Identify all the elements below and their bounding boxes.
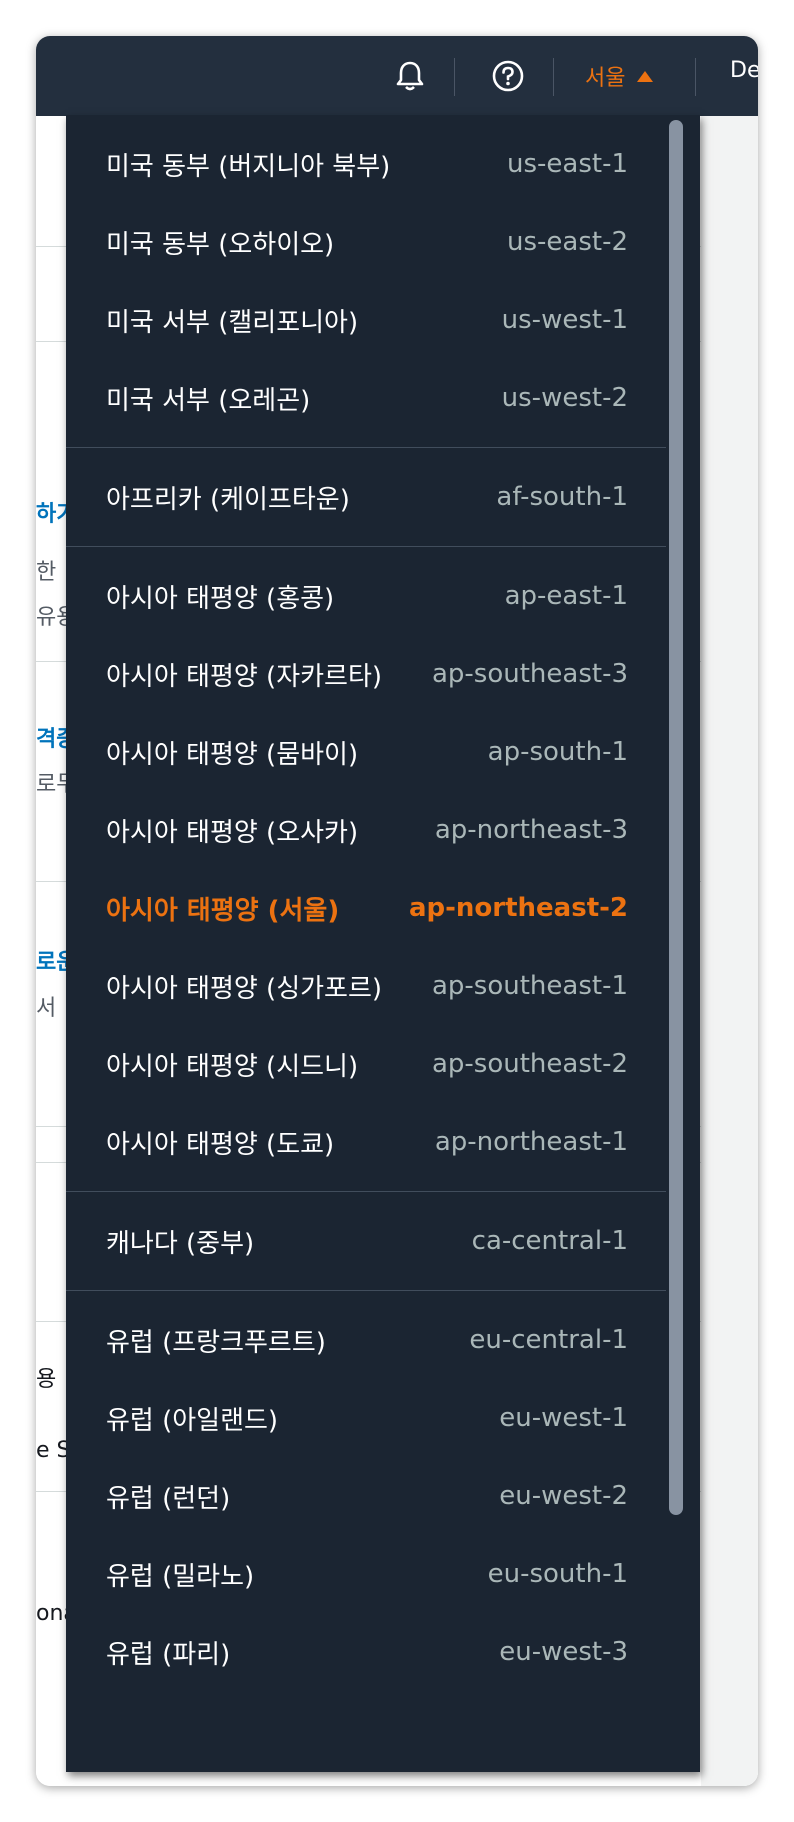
divider (553, 58, 554, 96)
divider (695, 58, 696, 96)
region-code: af-south-1 (496, 482, 628, 512)
region-name: 캐나다 (중부) (106, 1228, 255, 1259)
region-option[interactable]: 아시아 태평양 (싱가포르) ap-southeast-1 (66, 947, 666, 1025)
region-option[interactable]: 아프리카 (케이프타운) af-south-1 (66, 458, 666, 536)
region-code: ap-east-1 (504, 581, 628, 611)
region-group: 미국 동부 (버지니아 북부) us-east-1 미국 동부 (오하이오) us-e… (66, 115, 700, 448)
background-right-panel (701, 116, 758, 1786)
region-option[interactable]: 유럽 (파리) eu-west-3 (66, 1613, 666, 1691)
region-code: ap-southeast-3 (431, 659, 628, 689)
account-menu-button[interactable]: De (730, 58, 758, 83)
region-option[interactable]: 아시아 태평양 (오사카) ap-northeast-3 (66, 791, 666, 869)
region-name: 아시아 태평양 (홍콩) (106, 583, 335, 614)
region-option[interactable]: 미국 동부 (버지니아 북부) us-east-1 (66, 125, 666, 203)
divider (454, 58, 455, 96)
help-icon[interactable] (486, 54, 530, 98)
region-name: 아시아 태평양 (서울) (106, 895, 340, 926)
region-name: 아시아 태평양 (도쿄) (106, 1129, 335, 1160)
region-option[interactable]: 아시아 태평양 (뭄바이) ap-south-1 (66, 713, 666, 791)
region-name: 미국 서부 (캘리포니아) (106, 307, 359, 338)
region-code: eu-central-1 (469, 1325, 628, 1355)
region-group: 캐나다 (중부) ca-central-1 (66, 1192, 700, 1291)
region-code: eu-west-2 (499, 1481, 628, 1511)
region-option[interactable]: 유럽 (아일랜드) eu-west-1 (66, 1379, 666, 1457)
region-name: 미국 동부 (오하이오) (106, 229, 335, 260)
top-navigation-bar: 서울 De (36, 36, 758, 116)
region-code: us-east-2 (507, 227, 628, 257)
region-option[interactable]: 미국 서부 (캘리포니아) us-west-1 (66, 281, 666, 359)
background-text: 서 (36, 996, 57, 1021)
caret-up-icon (637, 70, 654, 82)
region-group: 유럽 (프랑크푸르트) eu-central-1 유럽 (아일랜드) eu-west-… (66, 1291, 700, 1701)
region-code: ap-southeast-2 (431, 1049, 628, 1079)
region-name: 미국 동부 (버지니아 북부) (106, 151, 391, 182)
region-code: ap-northeast-1 (434, 1127, 628, 1157)
region-selector-button[interactable]: 서울 (585, 56, 654, 96)
region-option[interactable]: 유럽 (프랑크푸르트) eu-central-1 (66, 1301, 666, 1379)
region-option[interactable]: 유럽 (밀라노) eu-south-1 (66, 1535, 666, 1613)
notifications-bell-icon[interactable] (388, 54, 432, 98)
region-option[interactable]: 캐나다 (중부) ca-central-1 (66, 1202, 666, 1280)
region-code: ap-southeast-1 (431, 971, 628, 1001)
region-option[interactable]: 아시아 태평양 (도쿄) ap-northeast-1 (66, 1103, 666, 1181)
region-name: 유럽 (런던) (106, 1483, 231, 1514)
scrollbar[interactable] (669, 120, 683, 1515)
region-code: us-east-1 (507, 149, 628, 179)
region-option[interactable]: 아시아 태평양 (시드니) ap-southeast-2 (66, 1025, 666, 1103)
region-code: eu-south-1 (487, 1559, 628, 1589)
region-option[interactable]: 아시아 태평양 (자카르타) ap-southeast-3 (66, 635, 666, 713)
background-text: 한 (36, 560, 57, 585)
region-option[interactable]: 아시아 태평양 (홍콩) ap-east-1 (66, 557, 666, 635)
region-code: us-west-1 (501, 305, 628, 335)
region-option[interactable]: 미국 동부 (오하이오) us-east-2 (66, 203, 666, 281)
region-code: ca-central-1 (471, 1226, 628, 1256)
region-name: 아시아 태평양 (시드니) (106, 1051, 359, 1082)
region-code: ap-south-1 (487, 737, 628, 767)
region-option[interactable]: 유럽 (런던) eu-west-2 (66, 1457, 666, 1535)
region-group: 아시아 태평양 (홍콩) ap-east-1 아시아 태평양 (자카르타) ap-so… (66, 547, 700, 1192)
background-text: 용 (36, 1367, 57, 1392)
region-code: us-west-2 (501, 383, 628, 413)
region-name: 유럽 (파리) (106, 1639, 231, 1670)
region-name: 미국 서부 (오레곤) (106, 385, 311, 416)
region-name: 유럽 (프랑크푸르트) (106, 1327, 326, 1358)
region-code: eu-west-1 (499, 1403, 628, 1433)
region-code: ap-northeast-3 (434, 815, 628, 845)
region-option[interactable]: 미국 서부 (오레곤) us-west-2 (66, 359, 666, 437)
region-name: 아시아 태평양 (싱가포르) (106, 973, 383, 1004)
region-code: ap-northeast-2 (408, 893, 628, 923)
region-code: eu-west-3 (499, 1637, 628, 1667)
region-selector-label: 서울 (585, 66, 626, 91)
region-option-selected[interactable]: 아시아 태평양 (서울) ap-northeast-2 (66, 869, 666, 947)
region-name: 유럽 (밀라노) (106, 1561, 255, 1592)
region-list: 미국 동부 (버지니아 북부) us-east-1 미국 동부 (오하이오) us-e… (66, 115, 700, 1701)
region-name: 아시아 태평양 (오사카) (106, 817, 359, 848)
region-name: 아프리카 (케이프타운) (106, 484, 350, 515)
region-name: 유럽 (아일랜드) (106, 1405, 279, 1436)
region-name: 아시아 태평양 (뭄바이) (106, 739, 359, 770)
region-group: 아프리카 (케이프타운) af-south-1 (66, 448, 700, 547)
region-name: 아시아 태평양 (자카르타) (106, 661, 383, 692)
region-dropdown-menu: 미국 동부 (버지니아 북부) us-east-1 미국 동부 (오하이오) us-e… (66, 115, 700, 1772)
console-window: 서울 De 하기 한 유용 격증 로두 로운 서 용 e S ona 미국 동부… (36, 36, 758, 1786)
